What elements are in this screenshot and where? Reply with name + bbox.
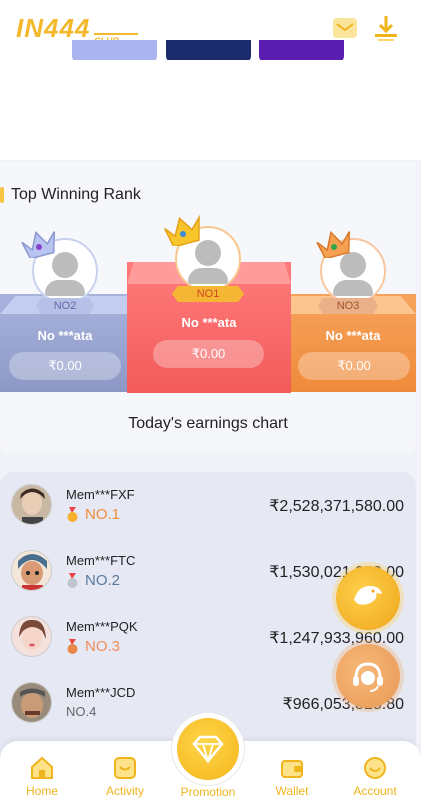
nav-home[interactable]: Home <box>12 755 72 798</box>
member-name: Mem***FXF <box>66 487 135 502</box>
rank-tag-second: NO2 <box>36 298 94 314</box>
section-title: Top Winning Rank <box>0 186 141 204</box>
category-tab-1[interactable] <box>72 40 157 62</box>
diamond-icon <box>192 735 224 764</box>
nav-wallet-label: Wallet <box>275 784 309 798</box>
podium-name-third: No ***ata <box>325 328 381 343</box>
category-tabs <box>0 40 421 62</box>
promotion-center-button[interactable] <box>177 718 239 780</box>
nav-activity[interactable]: Activity <box>95 755 155 798</box>
content-band <box>0 60 421 160</box>
customer-support-button[interactable] <box>336 644 400 708</box>
home-icon <box>31 756 53 779</box>
bronze-crown-icon <box>316 230 351 258</box>
dragon-icon <box>354 586 382 605</box>
headset-icon <box>353 662 383 692</box>
activity-icon <box>114 757 136 779</box>
nav-promotion-label: Promotion <box>180 785 236 799</box>
member-name: Mem***JCD <box>66 685 136 700</box>
member-rank-label: NO.1 <box>85 506 121 523</box>
avatar <box>11 550 52 591</box>
title-accent-bar <box>0 187 4 203</box>
dragon-float-button[interactable] <box>336 566 400 630</box>
message-icon[interactable] <box>331 14 359 42</box>
nav-promotion[interactable]: Promotion <box>178 785 238 799</box>
member-value: ₹2,528,371,580.00 <box>269 498 404 515</box>
nav-wallet[interactable]: Wallet <box>262 755 322 798</box>
member-name: Mem***PQK <box>66 619 138 634</box>
rank-tag-third: NO3 <box>318 298 378 314</box>
earnings-chart-caption: Today's earnings chart <box>128 415 288 432</box>
category-tab-2[interactable] <box>166 40 251 62</box>
wallet-icon <box>281 760 303 778</box>
gold-crown-icon <box>164 214 200 246</box>
member-rank-label: NO.3 <box>85 638 121 655</box>
silver-medal-icon <box>67 572 78 588</box>
member-rank: NO.3 <box>66 638 120 655</box>
download-icon[interactable] <box>372 14 400 42</box>
nav-account[interactable]: Account <box>345 755 405 798</box>
member-rank: NO.1 <box>66 506 120 523</box>
member-rank: NO.2 <box>66 572 120 589</box>
member-rank: NO.4 <box>66 704 96 719</box>
nav-home-label: Home <box>25 784 58 798</box>
top-winning-rank-section: Top Winning Rank NO2 NO1 NO3 No ***ata N… <box>0 162 416 452</box>
podium-amount-third: ₹0.00 <box>298 352 410 380</box>
avatar <box>11 484 52 525</box>
podium-name-second: No ***ata <box>37 328 93 343</box>
podium-amount-second: ₹0.00 <box>9 352 121 380</box>
category-tab-3[interactable] <box>259 40 344 62</box>
list-item[interactable]: Mem***FXF NO.1 ₹2,528,371,580.00 <box>0 472 416 538</box>
member-rank-label: NO.4 <box>66 704 97 719</box>
account-icon <box>364 757 386 779</box>
member-rank-label: NO.2 <box>85 572 121 589</box>
avatar <box>11 682 52 723</box>
silver-crown-icon <box>21 230 56 258</box>
bronze-medal-icon <box>67 638 78 654</box>
gold-medal-icon <box>67 506 78 522</box>
rank-tag-first: NO1 <box>172 286 244 302</box>
nav-account-label: Account <box>353 784 397 798</box>
rank-title-text: Top Winning Rank <box>11 186 141 203</box>
member-name: Mem***FTC <box>66 553 136 568</box>
member-value: ₹1,247,933,960.00 <box>269 630 404 647</box>
avatar <box>11 616 52 657</box>
podium-amount-first: ₹0.00 <box>153 340 264 368</box>
podium-name-first: No ***ata <box>181 315 237 330</box>
nav-activity-label: Activity <box>105 784 144 798</box>
